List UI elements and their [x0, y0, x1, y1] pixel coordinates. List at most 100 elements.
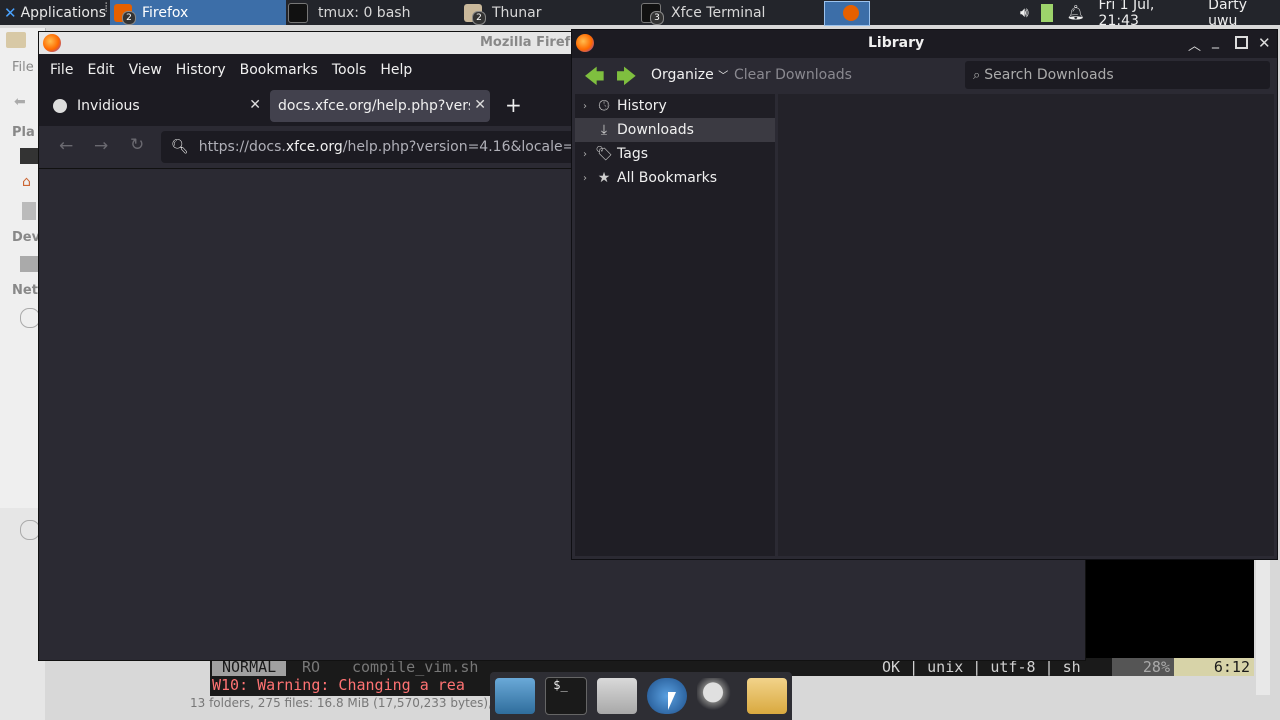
forward-button-icon[interactable]: →: [94, 136, 108, 156]
menu-history[interactable]: History: [176, 62, 226, 78]
library-toolbar: 🡄 🡆 Organize ﹀ Clear Downloads ⌕ Search …: [572, 58, 1277, 94]
close-tab-icon[interactable]: ✕: [249, 97, 261, 113]
firefox-icon: [576, 34, 594, 52]
chevron-down-icon: ﹀: [718, 71, 729, 82]
star-icon: ★: [597, 170, 611, 186]
network-icon: [20, 520, 40, 540]
url-prefix: https://docs.: [198, 139, 286, 155]
task-badge: 2: [122, 10, 136, 25]
tab-invidious[interactable]: Invidious ✕: [45, 90, 265, 122]
search-placeholder: Search Downloads: [984, 67, 1114, 83]
tag-icon: 🏷︎: [595, 146, 613, 162]
vim-position: 6:12: [1174, 658, 1254, 676]
files-icon[interactable]: [495, 678, 535, 714]
organize-button[interactable]: Organize ﹀: [651, 67, 728, 83]
terminal-scrollbar[interactable]: [1256, 560, 1270, 695]
tree-item-all-bookmarks[interactable]: › ★ All Bookmarks: [575, 166, 775, 190]
menu-tools[interactable]: Tools: [332, 62, 367, 78]
vim-percent: 28%: [1112, 658, 1174, 676]
user-menu[interactable]: Darty uwu: [1208, 0, 1280, 29]
forward-arrow-icon[interactable]: 🡆: [616, 62, 637, 96]
minimize-window-icon[interactable]: _: [1212, 33, 1219, 49]
url-suffix: /help.php?version=4.16&locale=: [342, 139, 575, 155]
places-label: Pla: [12, 125, 35, 140]
clock-icon: 🕓︎: [598, 98, 610, 114]
clear-downloads-button[interactable]: Clear Downloads: [734, 67, 852, 83]
tab-xfce-docs[interactable]: docs.xfce.org/help.php?vers ✕: [270, 90, 490, 122]
volume-icon[interactable]: 🔊︎: [1020, 5, 1029, 21]
task-label: tmux: 0 bash: [318, 4, 411, 21]
search-icon[interactable]: [697, 678, 737, 714]
folder-icon: [6, 32, 26, 48]
system-tray: 🔊︎ 🔔︎ Fri 1 Jul, 21:43 Darty uwu: [1020, 0, 1280, 29]
trash-icon: [22, 202, 36, 220]
task-badge: 3: [650, 10, 664, 25]
applications-menu[interactable]: ✕ Applications: [0, 0, 106, 25]
expand-arrow-icon[interactable]: ›: [583, 101, 595, 112]
panel-separator: ⁞: [104, 0, 109, 16]
back-arrow-icon[interactable]: 🡄: [584, 62, 605, 96]
new-tab-button[interactable]: +: [505, 93, 522, 117]
menu-edit[interactable]: Edit: [87, 62, 114, 78]
url-domain: xfce.org: [285, 139, 343, 155]
search-icon: 🔍︎: [171, 139, 189, 155]
search-icon: ⌕: [973, 67, 981, 83]
vim-warning-text: W10: Warning: Changing a rea: [212, 676, 465, 694]
menu-bookmarks[interactable]: Bookmarks: [240, 62, 318, 78]
firefox-icon: [843, 5, 859, 21]
search-downloads-input[interactable]: ⌕ Search Downloads: [965, 61, 1270, 89]
tree-item-label: History: [617, 98, 667, 114]
task-xfce-terminal[interactable]: 3 Xfce Terminal: [641, 0, 817, 25]
download-icon: ⤓: [600, 122, 608, 138]
close-window-icon[interactable]: ✕: [1258, 34, 1271, 52]
network-label: Net: [12, 283, 38, 298]
top-panel: ✕ Applications ⁞ 2 Firefox tmux: 0 bash …: [0, 0, 1280, 29]
library-window-title: Library: [868, 35, 925, 51]
tree-item-label: All Bookmarks: [617, 170, 718, 186]
applications-label: Applications: [20, 4, 107, 21]
devices-label: Dev: [12, 230, 41, 245]
shade-window-icon[interactable]: ︿: [1188, 35, 1201, 54]
library-titlebar[interactable]: Library ︿ _ ✕: [572, 30, 1277, 58]
maximize-window-icon[interactable]: [1235, 36, 1248, 49]
library-sidebar-tree: › 🕓︎ History ⤓ Downloads › 🏷︎ Tags › ★ A…: [575, 94, 775, 556]
back-button-icon[interactable]: ←: [59, 136, 73, 156]
tree-item-tags[interactable]: › 🏷︎ Tags: [575, 142, 775, 166]
home-folder-icon[interactable]: [597, 678, 637, 714]
folder-icon: 2: [464, 3, 486, 25]
terminal-icon: [288, 2, 308, 23]
library-window: Library ︿ _ ✕ 🡄 🡆 Organize ﹀ Clear Downl…: [571, 29, 1278, 560]
downloads-list: [778, 94, 1274, 556]
dock: $_: [490, 672, 792, 720]
menu-view[interactable]: View: [129, 62, 162, 78]
task-label: Xfce Terminal: [671, 4, 766, 21]
drive-icon: [20, 256, 38, 272]
xfce-logo-icon: ✕: [4, 3, 17, 22]
task-tmux[interactable]: tmux: 0 bash: [288, 0, 460, 25]
network-icon: [20, 308, 40, 328]
task-label: Thunar: [492, 4, 542, 21]
battery-icon[interactable]: [1040, 3, 1053, 22]
folder-icon[interactable]: [747, 678, 787, 714]
back-arrow-icon: ⬅: [14, 94, 26, 110]
tree-item-label: Downloads: [617, 122, 694, 138]
terminal-window-fragment: [1086, 560, 1254, 660]
clock[interactable]: Fri 1 Jul, 21:43: [1099, 0, 1199, 29]
home-icon: ⌂: [22, 174, 31, 190]
vim-warning: W10: Warning: Changing a rea: [210, 676, 510, 696]
notification-bell-icon[interactable]: 🔔︎: [1067, 5, 1085, 21]
tree-item-downloads[interactable]: ⤓ Downloads: [575, 118, 775, 142]
task-firefox[interactable]: 2 Firefox: [110, 0, 286, 25]
task-label: Firefox: [142, 4, 189, 21]
expand-arrow-icon[interactable]: ›: [583, 149, 595, 160]
menu-help[interactable]: Help: [380, 62, 412, 78]
task-thunar[interactable]: 2 Thunar: [464, 0, 636, 25]
menu-file[interactable]: File: [50, 62, 73, 78]
workspace-switcher[interactable]: [824, 1, 870, 26]
close-tab-icon[interactable]: ✕: [470, 97, 486, 113]
tree-item-history[interactable]: › 🕓︎ History: [575, 94, 775, 118]
thunar-file-menu: File: [12, 60, 34, 75]
reload-button-icon[interactable]: ↻: [130, 135, 144, 155]
expand-arrow-icon[interactable]: ›: [583, 173, 595, 184]
terminal-icon[interactable]: $_: [545, 677, 587, 715]
